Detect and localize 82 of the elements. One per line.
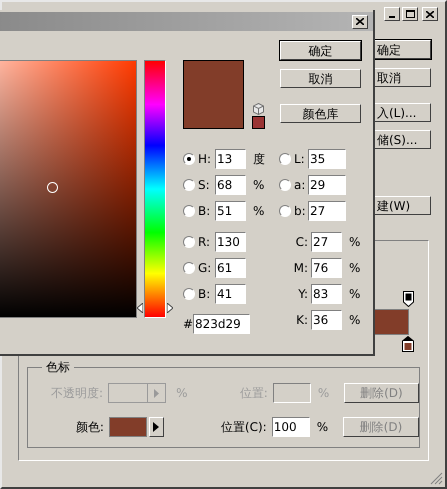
button[interactable]: 确定 — [373, 40, 431, 59]
arrow-icon — [153, 422, 160, 432]
group-title: 色标 — [42, 359, 74, 375]
input-field[interactable]: 823d29 — [193, 314, 250, 334]
field-label: H: — [197, 151, 212, 168]
field-label: a: — [293, 177, 306, 194]
button[interactable]: 颜色库 — [280, 104, 361, 123]
minimize-icon — [389, 16, 395, 18]
close-button[interactable] — [422, 7, 438, 21]
unit-label: % — [316, 385, 330, 402]
field-label: 不透明度: — [50, 385, 104, 402]
radio-button[interactable] — [183, 179, 195, 191]
input-field[interactable]: 68 — [215, 175, 246, 195]
unit-label: % — [316, 419, 330, 436]
input-field[interactable]: 35 — [308, 149, 346, 169]
button[interactable]: 取消 — [373, 68, 431, 87]
close-icon — [356, 18, 364, 25]
web-color-swatch[interactable] — [252, 116, 265, 129]
input-field[interactable]: 100 — [272, 417, 310, 437]
hue-slider-thumb[interactable] — [137, 302, 173, 313]
button[interactable]: 储(S)... — [373, 130, 431, 149]
field-label: S: — [197, 177, 211, 194]
radio-button[interactable] — [183, 288, 195, 300]
unit-label: % — [252, 203, 264, 220]
field-label: B: — [197, 203, 212, 220]
unit-label: % — [175, 385, 188, 402]
hue-slider[interactable] — [137, 60, 173, 318]
radio-button[interactable] — [183, 236, 195, 248]
unit-label: 度 — [252, 151, 265, 168]
radio-button[interactable] — [183, 153, 195, 165]
input-field[interactable]: 36 — [311, 310, 342, 330]
maximize-button[interactable] — [402, 7, 418, 21]
field-label: b: — [293, 203, 307, 220]
hex-label: # — [183, 316, 193, 333]
input-field[interactable]: 76 — [311, 258, 342, 278]
input-field[interactable]: 29 — [308, 175, 346, 195]
arrow-button[interactable] — [148, 417, 164, 437]
field-label: 位置: — [238, 385, 269, 402]
unit-label: % — [348, 234, 360, 251]
radio-button[interactable] — [279, 205, 291, 217]
minimize-button[interactable] — [384, 7, 400, 21]
input-field[interactable] — [272, 383, 311, 403]
maximize-icon — [406, 10, 414, 18]
field-label: L: — [293, 151, 306, 168]
unit-label: % — [252, 177, 264, 194]
color-swatch[interactable] — [108, 417, 147, 437]
field-label: Y: — [297, 286, 309, 303]
field-label: B: — [197, 286, 212, 303]
button[interactable]: 确定 — [280, 41, 361, 60]
resize-grip-icon[interactable] — [430, 472, 443, 485]
field-label: G: — [197, 260, 212, 277]
input-field[interactable]: 130 — [215, 232, 246, 252]
unit-label: % — [348, 260, 360, 277]
radio-button[interactable] — [183, 205, 195, 217]
radio-button[interactable] — [279, 179, 291, 191]
arrow-icon — [154, 388, 160, 398]
input-field[interactable]: 27 — [311, 232, 342, 252]
input-field[interactable]: 61 — [215, 258, 246, 278]
input-field[interactable]: 83 — [311, 284, 342, 304]
cube-icon[interactable] — [253, 103, 264, 115]
field-label: K: — [295, 312, 309, 329]
input-field[interactable]: 41 — [215, 284, 246, 304]
field-label: R: — [197, 234, 212, 251]
field-label: 位置(C): — [220, 419, 268, 436]
input-field[interactable]: 13 — [215, 149, 246, 169]
radio-button[interactable] — [279, 153, 291, 165]
button[interactable]: 取消 — [280, 69, 361, 88]
unit-label: % — [348, 286, 360, 303]
button[interactable]: 建(W) — [373, 196, 431, 215]
input-field[interactable]: 27 — [308, 201, 346, 221]
close-button[interactable] — [352, 14, 368, 28]
radio-button[interactable] — [183, 262, 195, 274]
field-label: 颜色: — [74, 419, 105, 436]
field-label: C: — [294, 234, 309, 251]
color-field[interactable] — [0, 60, 137, 318]
input-field[interactable]: 51 — [215, 201, 246, 221]
close-icon — [426, 10, 434, 18]
field-label: M: — [292, 260, 309, 277]
unit-label: % — [348, 312, 360, 329]
color-stop-icon[interactable] — [402, 336, 414, 352]
button[interactable]: 入(L)... — [373, 103, 431, 122]
opacity-stop-icon[interactable] — [403, 291, 414, 307]
